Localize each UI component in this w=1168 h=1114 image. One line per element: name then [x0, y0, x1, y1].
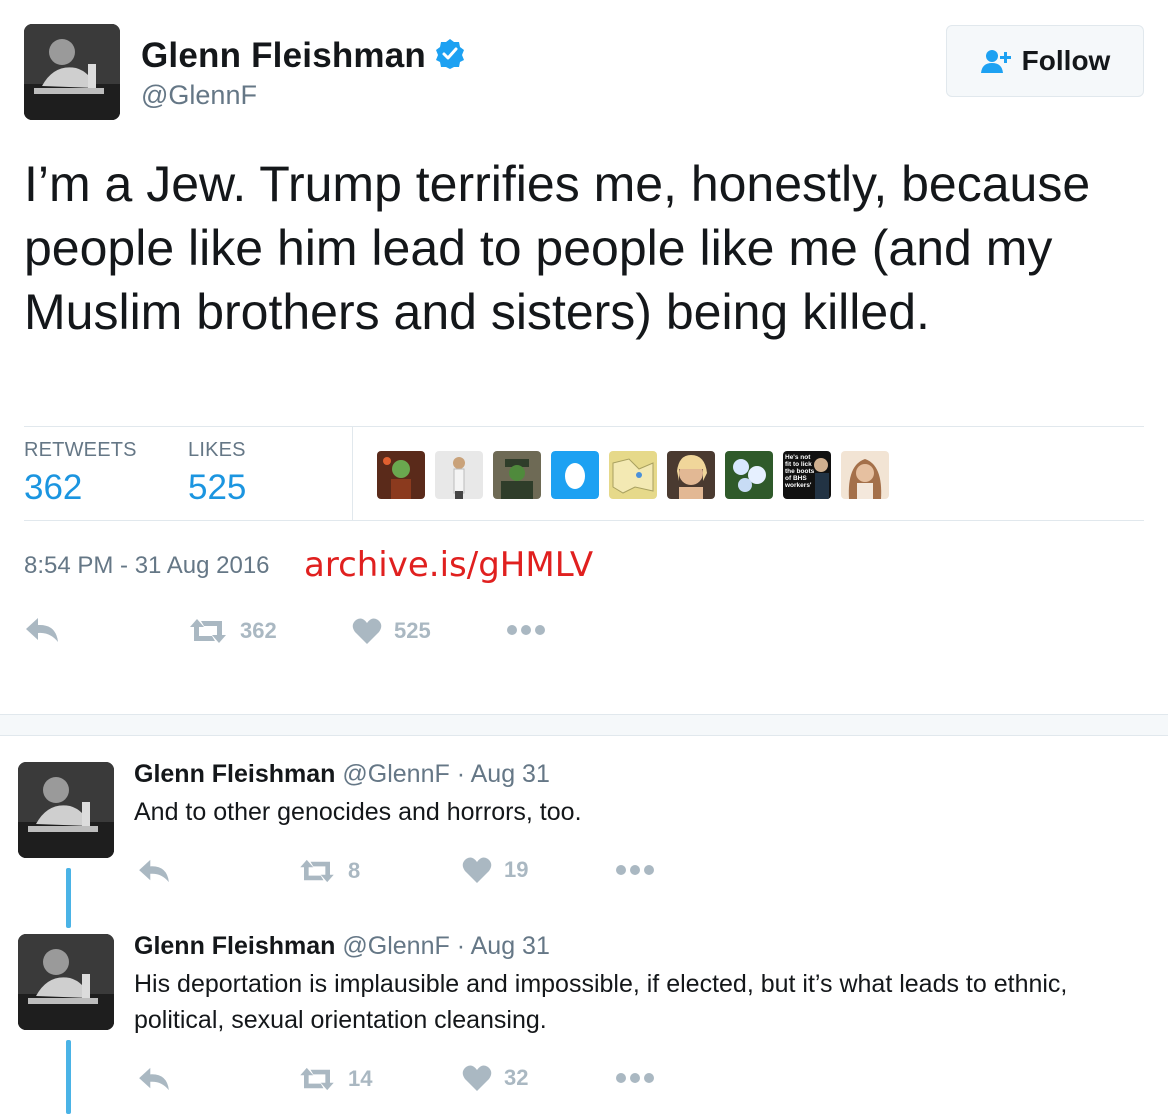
follow-label: Follow	[1021, 45, 1111, 76]
author-avatar[interactable]	[24, 24, 120, 120]
tweet-timestamp[interactable]: 8:54 PM - 31 Aug 2016	[24, 552, 270, 580]
reply-date[interactable]: · Aug 31	[457, 760, 550, 788]
heart-icon	[462, 857, 492, 883]
liker-avatar-map[interactable]	[609, 451, 657, 499]
retweet-button[interactable]: 362	[188, 617, 277, 645]
svg-text:workers': workers'	[784, 482, 812, 489]
reply-author-avatar[interactable]	[18, 934, 114, 1030]
thread-connector	[66, 1040, 71, 1114]
like-button[interactable]: 32	[462, 1064, 528, 1092]
like-button[interactable]: 525	[352, 617, 431, 645]
svg-text:fit to lick: fit to lick	[785, 461, 812, 468]
liker-avatar-green-figure[interactable]	[377, 451, 425, 499]
like-count: 525	[394, 618, 431, 643]
like-count: 19	[504, 857, 529, 882]
reply-icon	[139, 1067, 169, 1091]
author-handle[interactable]: @GlennF	[141, 80, 257, 111]
retweet-button[interactable]: 8	[298, 858, 360, 884]
tweet-text: I’m a Jew. Trump terrifies me, honestly,…	[24, 156, 1091, 340]
reply-header: Glenn Fleishman @GlennF · Aug 31	[134, 760, 550, 789]
archive-link-annotation: archive.is/gHMLV	[304, 545, 594, 585]
retweet-icon	[190, 619, 226, 643]
retweet-count: 8	[348, 858, 361, 883]
reply-button[interactable]	[24, 616, 60, 644]
like-button[interactable]: 19	[462, 856, 528, 884]
reply-text: And to other genocides and horrors, too.	[134, 798, 582, 826]
reply-icon	[26, 618, 58, 642]
reply-button[interactable]	[137, 858, 171, 884]
more-dots-icon	[507, 625, 545, 635]
liker-avatar-uniform[interactable]	[493, 451, 541, 499]
reply-text: His deportation is implausible and impos…	[134, 970, 1068, 1034]
liker-avatar-newspaper[interactable]: He's not fit to lick the boots of BHS wo…	[783, 451, 831, 499]
liker-avatar-egg[interactable]	[551, 451, 599, 499]
likes-label: LIKES	[188, 439, 246, 461]
main-tweet: Glenn Fleishman @GlennF Follow I’m a Jew…	[0, 0, 1168, 712]
likes-stat[interactable]: LIKES 525	[188, 439, 246, 508]
add-user-icon	[980, 50, 1011, 73]
like-count: 32	[504, 1065, 529, 1090]
reply-icon	[139, 859, 169, 883]
svg-text:of BHS: of BHS	[785, 475, 807, 482]
thread-connector	[66, 868, 71, 928]
liker-avatar-flowers[interactable]	[725, 451, 773, 499]
more-dots-icon	[616, 1073, 654, 1083]
section-separator	[0, 714, 1168, 736]
reply-author-handle[interactable]: @GlennF	[342, 760, 449, 788]
more-button[interactable]	[506, 623, 546, 637]
reply-author-handle[interactable]: @GlennF	[342, 932, 449, 960]
reply-button[interactable]	[137, 1066, 171, 1092]
retweet-count: 362	[240, 618, 277, 643]
svg-text:He's not: He's not	[785, 454, 811, 461]
more-button[interactable]	[615, 1071, 655, 1085]
liker-avatar-woman[interactable]	[435, 451, 483, 499]
reply-tweet: Glenn Fleishman @GlennF · Aug 31 And to …	[0, 760, 1168, 930]
reply-tweet: Glenn Fleishman @GlennF · Aug 31 His dep…	[0, 932, 1168, 1114]
reply-date[interactable]: · Aug 31	[457, 932, 550, 960]
likes-count: 525	[188, 468, 247, 507]
liker-avatar-blonde[interactable]	[667, 451, 715, 499]
retweets-stat[interactable]: RETWEETS 362	[24, 439, 137, 508]
retweets-count: 362	[24, 468, 83, 507]
likers-avatars: He's not fit to lick the boots of BHS wo…	[377, 451, 889, 499]
retweet-icon	[300, 859, 334, 883]
retweet-button[interactable]: 14	[298, 1066, 372, 1092]
tweet-stats: RETWEETS 362 LIKES 525 He's not fit to l…	[24, 426, 1144, 521]
author-name[interactable]: Glenn Fleishman	[141, 36, 426, 76]
more-button[interactable]	[615, 863, 655, 877]
svg-text:the boots: the boots	[785, 468, 815, 475]
stats-divider	[352, 427, 353, 520]
heart-icon	[462, 1065, 492, 1091]
reply-author-name[interactable]: Glenn Fleishman	[134, 932, 335, 960]
liker-avatar-woman-2[interactable]	[841, 451, 889, 499]
reply-author-name[interactable]: Glenn Fleishman	[134, 760, 335, 788]
reply-header: Glenn Fleishman @GlennF · Aug 31	[134, 932, 550, 961]
heart-icon	[352, 618, 382, 644]
follow-button[interactable]: Follow	[946, 25, 1144, 97]
retweet-icon	[300, 1067, 334, 1091]
retweets-label: RETWEETS	[24, 439, 137, 461]
more-dots-icon	[616, 865, 654, 875]
verified-badge-icon	[436, 39, 464, 69]
retweet-count: 14	[348, 1066, 373, 1091]
reply-author-avatar[interactable]	[18, 762, 114, 858]
